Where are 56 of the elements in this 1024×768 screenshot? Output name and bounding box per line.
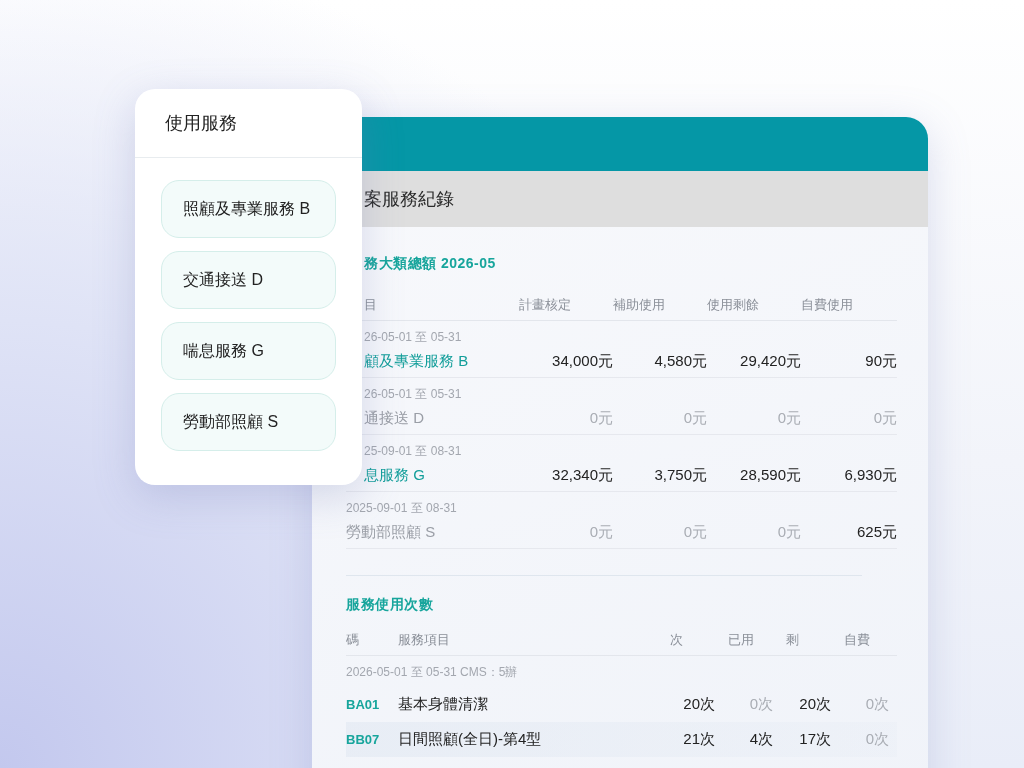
column-header: 服務項目: [398, 632, 451, 649]
count-cell-text: 4次: [748, 730, 774, 749]
count-cell-text: 20次: [798, 695, 832, 714]
count-cell-text: 21次: [682, 730, 716, 749]
amount-cell-text: 0元: [776, 522, 801, 542]
count-cell-text: 0次: [748, 695, 774, 714]
count-cell-text: 0次: [864, 730, 890, 749]
date-range: 26-05-01 至 05-31: [363, 386, 463, 403]
column-header: 使用剩餘: [707, 297, 760, 314]
date-range: 25-09-01 至 08-31: [363, 443, 463, 460]
amount-cell-text: 0元: [872, 408, 897, 428]
section-heading: 服務使用次數: [346, 596, 434, 614]
service-button[interactable]: 交通接送 D: [161, 251, 336, 309]
amount-cell-text: 28,590元: [739, 465, 801, 485]
amount-cell-text: 0元: [776, 408, 801, 428]
service-name: 息服務 G: [363, 465, 426, 485]
panel-title: 案服務紀錄: [364, 188, 454, 211]
column-header: 補助使用: [613, 297, 666, 314]
count-cell-text: 0次: [864, 695, 890, 714]
column-header: 碼: [346, 632, 360, 649]
service-code: BA01: [346, 697, 381, 712]
date-range: 2025-09-01 至 08-31: [346, 500, 458, 517]
card-title: 使用服務: [165, 113, 237, 133]
date-range: 26-05-01 至 05-31: [363, 329, 463, 346]
column-header: 已用: [727, 632, 755, 649]
column-header: 剩: [785, 632, 800, 649]
amount-cell-text: 0元: [588, 522, 613, 542]
service-name: 勞動部照顧 S: [346, 522, 437, 542]
service-item: 基本身體清潔: [398, 695, 489, 714]
service-button[interactable]: 照顧及專業服務 B: [161, 180, 336, 238]
service-name: 顧及專業服務 B: [363, 351, 470, 371]
section-heading: 務大類總額 2026-05: [363, 255, 497, 273]
column-header: 自費: [843, 632, 871, 649]
column-header: 自費使用: [801, 297, 854, 314]
service-code: BB07: [346, 732, 381, 747]
amount-cell-text: 32,340元: [551, 465, 613, 485]
column-header: 目: [363, 297, 378, 314]
service-name: 通接送 D: [363, 408, 425, 428]
amount-cell-text: 0元: [682, 408, 707, 428]
amount-cell-text: 0元: [682, 522, 707, 542]
date-range: 2026-05-01 至 05-31 CMS：5辦: [346, 664, 519, 681]
count-cell-text: 17次: [798, 730, 832, 749]
count-cell-text: 20次: [682, 695, 716, 714]
column-header: 次: [669, 632, 684, 649]
amount-cell-text: 4,580元: [653, 351, 707, 371]
amount-cell-text: 0元: [588, 408, 613, 428]
service-button[interactable]: 勞動部照顧 S: [161, 393, 336, 451]
amount-cell-text: 3,750元: [653, 465, 707, 485]
service-button[interactable]: 喘息服務 G: [161, 322, 336, 380]
amount-cell-text: 90元: [864, 351, 897, 371]
amount-cell-text: 6,930元: [843, 465, 897, 485]
amount-cell-text: 34,000元: [551, 351, 613, 371]
service-item: 日間照顧(全日)-第4型: [398, 730, 543, 749]
column-header: 計畫核定: [519, 297, 572, 314]
amount-cell-text: 625元: [855, 522, 897, 542]
amount-cell-text: 29,420元: [739, 351, 801, 371]
